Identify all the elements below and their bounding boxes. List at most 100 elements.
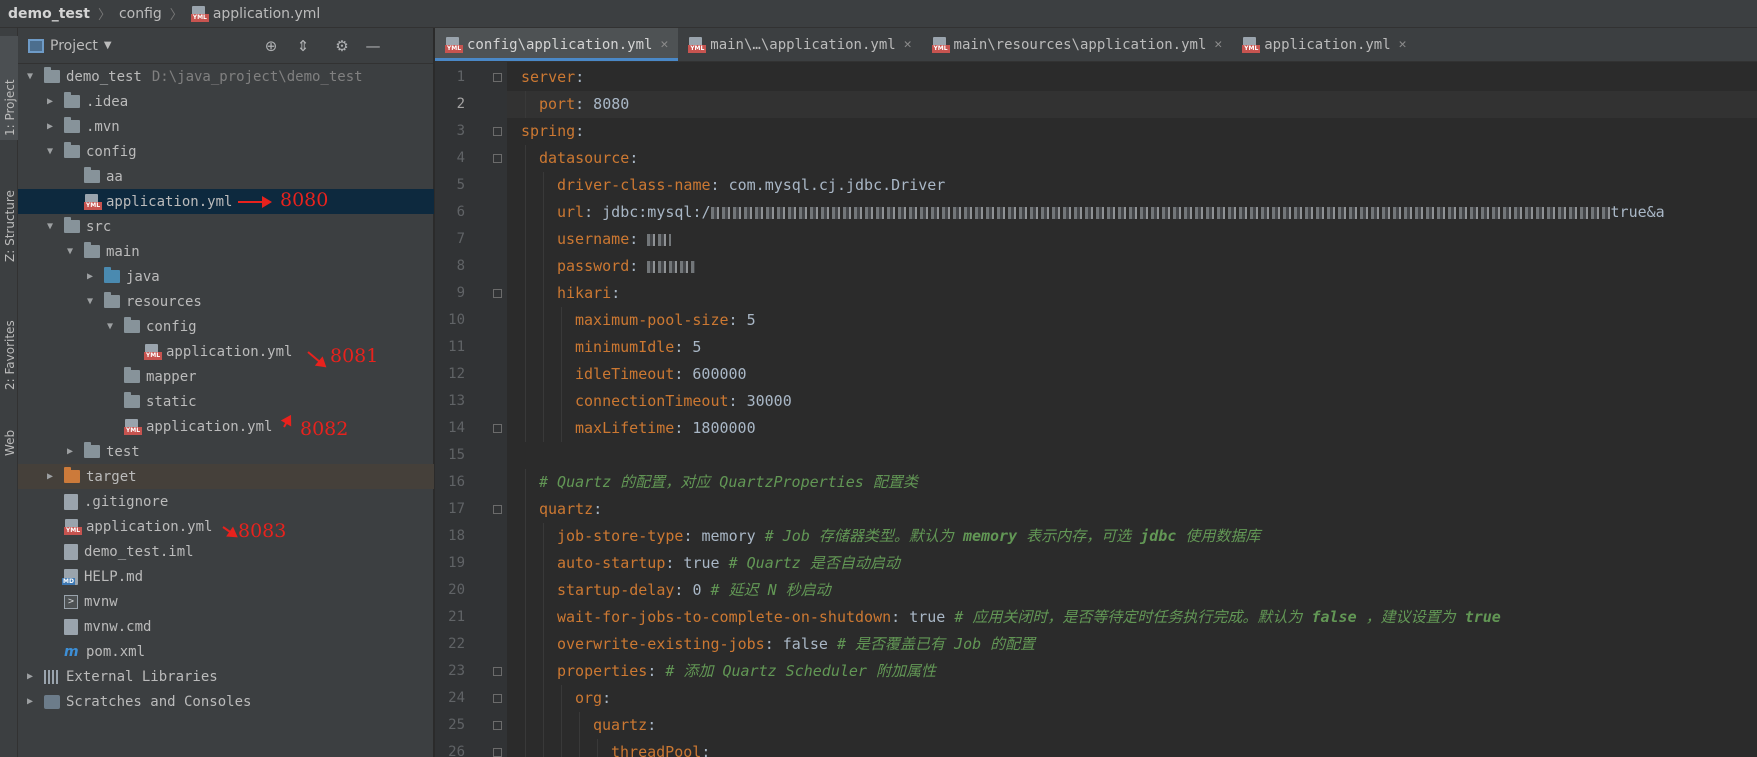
tree-row[interactable]: ▶YMLapplication.yml xyxy=(18,189,434,214)
hide-panel-icon[interactable]: — xyxy=(364,37,382,55)
expand-right-icon[interactable]: ▶ xyxy=(62,446,78,457)
fold-marker-icon[interactable] xyxy=(493,694,502,703)
tree-row[interactable]: ▶mpom.xml xyxy=(18,639,434,664)
tree-row[interactable]: ▼ config xyxy=(18,139,434,164)
yaml-value: : 30000 xyxy=(728,392,792,410)
code-line: threadPool: xyxy=(611,739,710,757)
fold-marker-icon[interactable] xyxy=(493,154,502,163)
editor-tab[interactable]: YML main\…\application.yml ✕ xyxy=(678,28,921,61)
close-icon[interactable]: ✕ xyxy=(660,37,668,52)
fold-marker-icon[interactable] xyxy=(493,424,502,433)
yml-file-icon: YML xyxy=(64,518,82,535)
shell-script-icon: > xyxy=(64,594,78,609)
maven-icon: m xyxy=(64,643,79,660)
collapse-all-icon[interactable]: ⇕ xyxy=(294,37,312,55)
tree-item-label: Scratches and Consoles xyxy=(66,693,252,710)
expand-down-icon[interactable]: ▼ xyxy=(42,221,58,232)
expand-down-icon[interactable]: ▼ xyxy=(62,246,78,257)
tool-tab-project[interactable]: 1: Project xyxy=(0,36,18,140)
indent-guide xyxy=(525,658,526,685)
project-panel-header: Project ▼ ⊕ ⇕ ⚙ — xyxy=(18,28,433,64)
expand-down-icon[interactable]: ▼ xyxy=(82,296,98,307)
tool-tab-z-structure[interactable]: Z: Structure xyxy=(0,150,18,266)
gear-icon[interactable]: ⚙ xyxy=(333,37,351,55)
expand-down-icon[interactable]: ▼ xyxy=(22,71,38,82)
breadcrumb-item[interactable]: demo_test xyxy=(8,6,90,22)
tree-item-label: java xyxy=(126,268,160,285)
editor-tab[interactable]: YML config\application.yml ✕ xyxy=(435,28,679,61)
tool-tab-favorites[interactable]: 2: Favorites xyxy=(0,278,18,394)
yaml-comment: # 延迟 N 秒启动 xyxy=(710,581,831,599)
fold-marker-icon[interactable] xyxy=(493,289,502,298)
close-icon[interactable]: ✕ xyxy=(1214,37,1222,52)
indent-guide xyxy=(525,172,526,199)
code-line: idleTimeout: 600000 xyxy=(575,361,747,388)
tree-row[interactable]: ▼ src xyxy=(18,214,434,239)
tree-row[interactable]: ▶ External Libraries xyxy=(18,664,434,689)
project-panel: Project ▼ ⊕ ⇕ ⚙ — ▼ demo_test D:\java_proj… xyxy=(18,28,434,757)
tree-row[interactable]: ▶mvnw.cmd xyxy=(18,614,434,639)
expand-right-icon[interactable]: ▶ xyxy=(42,121,58,132)
fold-marker-icon[interactable] xyxy=(493,667,502,676)
yaml-value: : true xyxy=(665,554,729,572)
expand-right-icon[interactable]: ▶ xyxy=(22,696,38,707)
locate-icon[interactable]: ⊕ xyxy=(262,37,280,55)
breadcrumb-item[interactable]: YML application.yml xyxy=(190,5,320,22)
tree-row[interactable]: ▼ resources xyxy=(18,289,434,314)
close-icon[interactable]: ✕ xyxy=(1399,37,1407,52)
yaml-key: maximum-pool-size xyxy=(575,311,729,329)
yml-file-icon: YML xyxy=(84,193,102,210)
expand-right-icon[interactable]: ▶ xyxy=(82,271,98,282)
tree-row[interactable]: ▶ java xyxy=(18,264,434,289)
tree-row[interactable]: ▶ .mvn xyxy=(18,114,434,139)
tree-row[interactable]: ▶ test xyxy=(18,439,434,464)
tree-row[interactable]: ▶static xyxy=(18,389,434,414)
line-number: 16 xyxy=(448,474,465,490)
indent-guide xyxy=(561,334,562,361)
indent-guide xyxy=(525,253,526,280)
expand-right-icon[interactable]: ▶ xyxy=(22,671,38,682)
indent-guide xyxy=(543,604,544,631)
indent-guide xyxy=(579,712,580,739)
yaml-value: : xyxy=(701,743,711,757)
code-area[interactable]: server: port: 8080 spring: datasource: drive… xyxy=(507,62,1757,757)
code-line: server: xyxy=(521,64,584,91)
tree-row[interactable]: ▶ target xyxy=(18,464,434,489)
tree-row[interactable]: ▼ main xyxy=(18,239,434,264)
expand-right-icon[interactable]: ▶ xyxy=(42,96,58,107)
yaml-key: org xyxy=(575,689,603,707)
expand-down-icon[interactable]: ▼ xyxy=(42,146,58,157)
close-icon[interactable]: ✕ xyxy=(904,37,912,52)
expand-down-icon[interactable]: ▼ xyxy=(102,321,118,332)
tree-row[interactable]: ▼ config xyxy=(18,314,434,339)
tree-row[interactable]: ▼ demo_test D:\java_project\demo_test xyxy=(18,64,434,89)
breadcrumb-item[interactable]: config xyxy=(119,6,162,22)
project-view-selector[interactable]: Project xyxy=(50,38,98,54)
tree-row[interactable]: ▶demo_test.iml xyxy=(18,539,434,564)
yml-file-icon: YML xyxy=(124,418,142,435)
tree-row[interactable]: ▶mapper xyxy=(18,364,434,389)
tree-row[interactable]: ▶YMLapplication.yml xyxy=(18,414,434,439)
fold-marker-icon[interactable] xyxy=(493,73,502,82)
indent-guide xyxy=(543,658,544,685)
indent-guide xyxy=(525,91,526,118)
fold-marker-icon[interactable] xyxy=(493,127,502,136)
chevron-down-icon[interactable]: ▼ xyxy=(104,40,112,51)
file-icon xyxy=(64,618,78,635)
tree-row[interactable]: ▶>mvnw xyxy=(18,589,434,614)
tool-tab-web[interactable]: Web xyxy=(0,406,18,460)
expand-right-icon[interactable]: ▶ xyxy=(42,471,58,482)
fold-marker-icon[interactable] xyxy=(493,505,502,514)
fold-marker-icon[interactable] xyxy=(493,721,502,730)
tree-row[interactable]: ▶ Scratches and Consoles xyxy=(18,689,434,714)
editor-tab[interactable]: YML main\resources\application.yml ✕ xyxy=(922,28,1233,61)
tree-row[interactable]: ▶ .idea xyxy=(18,89,434,114)
tree-row[interactable]: ▶aa xyxy=(18,164,434,189)
editor-tab[interactable]: YML application.yml ✕ xyxy=(1232,28,1416,61)
tree-row[interactable]: ▶MDHELP.md xyxy=(18,564,434,589)
yml-badge: YML xyxy=(190,13,209,22)
yaml-comment: # 应用关闭时，是否等待定时任务执行完成。默认为 xyxy=(954,608,1312,626)
tree-row[interactable]: ▶.gitignore xyxy=(18,489,434,514)
line-number: 15 xyxy=(448,447,465,463)
fold-marker-icon[interactable] xyxy=(493,748,502,757)
